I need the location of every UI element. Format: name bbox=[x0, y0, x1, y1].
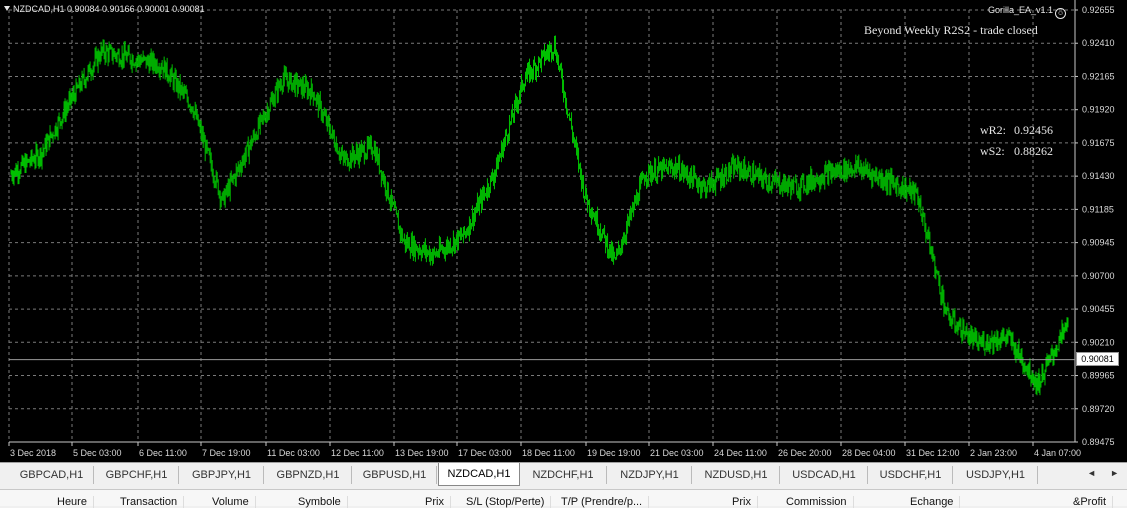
y-tick-label: 0.91920 bbox=[1082, 105, 1115, 115]
tab-nzdcad-h1[interactable]: NZDCAD,H1 bbox=[438, 463, 520, 486]
column-header-t-p-prendre-p[interactable]: T/P (Prendre/p... bbox=[561, 496, 650, 508]
ea-name: Gorilla_EA_v1.1 bbox=[988, 5, 1054, 15]
ws2-value: 0.88262 bbox=[1014, 144, 1053, 158]
column-header-prix[interactable]: Prix bbox=[732, 496, 758, 508]
y-tick-label: 0.90945 bbox=[1082, 238, 1115, 248]
ws2-label: wS2: bbox=[980, 144, 1005, 158]
x-tick-label: 19 Dec 19:00 bbox=[587, 448, 641, 458]
column-header-heure[interactable]: Heure bbox=[57, 496, 94, 508]
x-tick-label: 6 Dec 11:00 bbox=[139, 448, 187, 458]
status-message: Beyond Weekly R2S2 - trade closed bbox=[864, 23, 1038, 37]
x-tick-label: 31 Dec 12:00 bbox=[906, 448, 960, 458]
chart-area[interactable]: 0.92655 0.92410 0.92165 0.91920 0.91675 0.914… bbox=[0, 0, 1127, 462]
column-header-prix[interactable]: Prix bbox=[425, 496, 451, 508]
tab-gbpnzd-h1[interactable]: GBPNZD,H1 bbox=[265, 466, 352, 484]
ea-label: Gorilla_EA_v1.1 ☺ bbox=[988, 5, 1067, 19]
column-header--profit[interactable]: &Profit bbox=[1073, 496, 1114, 508]
column-header-transaction[interactable]: Transaction bbox=[120, 496, 185, 508]
tab-gbpchf-h1[interactable]: GBPCHF,H1 bbox=[95, 466, 179, 484]
price-chart[interactable]: 0.92655 0.92410 0.92165 0.91920 0.91675 0.914… bbox=[0, 0, 1127, 462]
tab-nzdusd-h1[interactable]: NZDUSD,H1 bbox=[693, 466, 780, 484]
tab-scroll-arrows: ◄ ► bbox=[1073, 468, 1119, 478]
wr2-label: wR2: bbox=[980, 123, 1007, 137]
y-tick-label: 0.91185 bbox=[1082, 204, 1114, 214]
tab-nzdchf-h1[interactable]: NZDCHF,H1 bbox=[520, 466, 607, 484]
y-tick-label: 0.90210 bbox=[1082, 337, 1115, 347]
y-tick-label: 0.91675 bbox=[1082, 138, 1115, 148]
wr2-value: 0.92456 bbox=[1014, 123, 1053, 137]
x-tick-label: 21 Dec 03:00 bbox=[650, 448, 704, 458]
x-tick-label: 28 Dec 04:00 bbox=[842, 448, 896, 458]
tab-usdjpy-h1[interactable]: USDJPY,H1 bbox=[954, 466, 1038, 484]
y-tick-label: 0.92165 bbox=[1082, 71, 1115, 81]
y-tick-label: 0.91430 bbox=[1082, 171, 1115, 181]
x-tick-label: 17 Dec 03:00 bbox=[458, 448, 512, 458]
x-tick-label: 11 Dec 03:00 bbox=[267, 448, 320, 458]
x-tick-label: 2 Jan 23:00 bbox=[970, 448, 1017, 458]
x-tick-label: 12 Dec 11:00 bbox=[331, 448, 384, 458]
y-tick-label: 0.90700 bbox=[1082, 271, 1115, 281]
column-header-volume[interactable]: Volume bbox=[212, 496, 256, 508]
scroll-right-icon[interactable]: ► bbox=[1110, 468, 1119, 478]
y-tick-label: 0.89720 bbox=[1082, 404, 1115, 414]
tab-usdchf-h1[interactable]: USDCHF,H1 bbox=[869, 466, 953, 484]
x-tick-label: 24 Dec 11:00 bbox=[714, 448, 767, 458]
smiley-icon: ☺ bbox=[1055, 8, 1067, 19]
x-tick-label: 26 Dec 20:00 bbox=[778, 448, 832, 458]
tab-gbpjpy-h1[interactable]: GBPJPY,H1 bbox=[180, 466, 264, 484]
tab-gbpcad-h1[interactable]: GBPCAD,H1 bbox=[10, 466, 94, 484]
x-tick-label: 13 Dec 19:00 bbox=[395, 448, 449, 458]
y-tick-label: 0.92655 bbox=[1082, 5, 1115, 15]
y-tick-label: 0.89475 bbox=[1082, 437, 1115, 447]
collapse-triangle-icon[interactable] bbox=[4, 6, 10, 11]
column-header-symbole[interactable]: Symbole bbox=[298, 496, 348, 508]
trade-table-header: Heure Transaction Volume Symbole Prix S/L (St… bbox=[0, 489, 1127, 508]
current-price-marker: 0.90081 bbox=[1076, 352, 1119, 366]
tab-nzdjpy-h1[interactable]: NZDJPY,H1 bbox=[608, 466, 692, 484]
x-tick-label: 18 Dec 11:00 bbox=[522, 448, 575, 458]
tab-usdcad-h1[interactable]: USDCAD,H1 bbox=[781, 466, 868, 484]
column-header-s-l-stop-perte[interactable]: S/L (Stop/Perte) bbox=[466, 496, 552, 508]
column-header-echange[interactable]: Echange bbox=[910, 496, 961, 508]
tab-gbpusd-h1[interactable]: GBPUSD,H1 bbox=[353, 466, 437, 484]
scroll-left-icon[interactable]: ◄ bbox=[1087, 468, 1096, 478]
x-tick-label: 5 Dec 03:00 bbox=[73, 448, 122, 458]
x-tick-label: 7 Dec 19:00 bbox=[202, 448, 251, 458]
x-tick-label: 4 Jan 07:00 bbox=[1034, 448, 1081, 458]
y-tick-label: 0.89965 bbox=[1082, 371, 1115, 381]
chart-header: NZDCAD,H1 0.90084 0.90166 0.90001 0.9008… bbox=[4, 4, 205, 14]
y-tick-label: 0.92410 bbox=[1082, 38, 1115, 48]
y-tick-label: 0.90455 bbox=[1082, 304, 1115, 314]
chart-header-text: NZDCAD,H1 0.90084 0.90166 0.90001 0.9008… bbox=[13, 4, 205, 14]
chart-tab-bar: GBPCAD,H1 GBPCHF,H1 GBPJPY,H1 GBPNZD,H1 GBPU… bbox=[0, 462, 1127, 490]
x-tick-label: 3 Dec 2018 bbox=[10, 448, 56, 458]
column-header-commission[interactable]: Commission bbox=[786, 496, 854, 508]
